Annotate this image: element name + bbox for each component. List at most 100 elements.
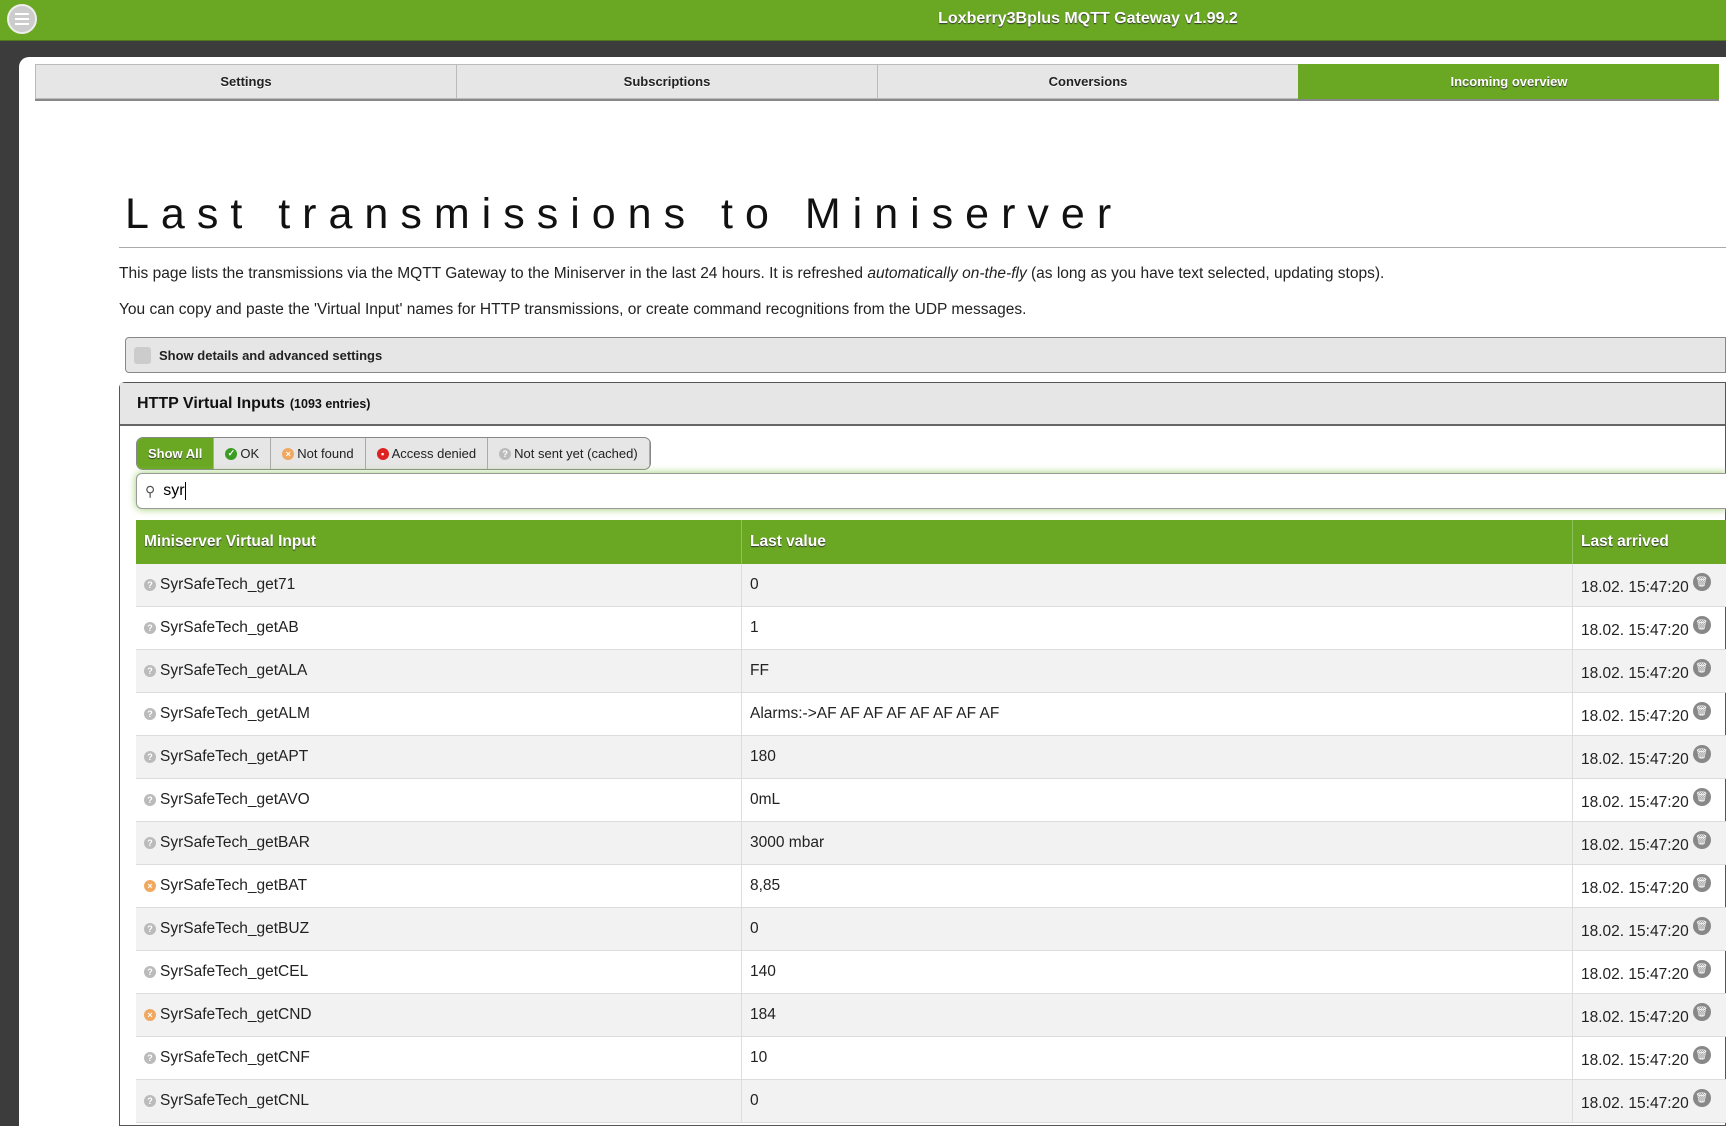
- filter-access-denied[interactable]: ▪ Access denied: [366, 438, 489, 469]
- arrived-cell: 18.02. 15:47:20 🗑: [1573, 908, 1726, 950]
- arrived-time: 18.02. 15:47:20: [1581, 837, 1689, 854]
- col-header-input[interactable]: Miniserver Virtual Input: [136, 520, 742, 564]
- arrived-cell: 18.02. 15:47:20 🗑: [1573, 865, 1726, 907]
- delete-icon[interactable]: 🗑: [1692, 1003, 1711, 1021]
- input-name: SyrSafeTech_getCEL: [160, 963, 309, 980]
- arrived-cell: 18.02. 15:47:20 🗑: [1573, 1037, 1726, 1079]
- entry-count: (1093 entries): [289, 396, 371, 411]
- input-name: SyrSafeTech_getCND: [160, 1006, 312, 1023]
- intro-text-2: You can copy and paste the 'Virtual Inpu…: [119, 301, 1027, 318]
- input-name: SyrSafeTech_getALM: [160, 705, 310, 722]
- input-name: SyrSafeTech_getBAT: [160, 877, 308, 894]
- delete-icon[interactable]: 🗑: [1692, 573, 1711, 591]
- table-row: ? SyrSafeTech_getCNL 0 18.02. 15:47:20 🗑: [136, 1080, 1726, 1123]
- input-cell: × SyrSafeTech_getCND: [136, 994, 742, 1036]
- input-cell: ? SyrSafeTech_getAB: [136, 607, 742, 649]
- input-cell: ? SyrSafeTech_getCNF: [136, 1037, 742, 1079]
- intro-text-1b: (as long as you have text selected, upda…: [1026, 265, 1385, 282]
- x-icon: ×: [282, 447, 295, 460]
- delete-icon[interactable]: 🗑: [1692, 788, 1711, 806]
- status-notfound-icon: ×: [144, 880, 156, 892]
- delete-icon[interactable]: 🗑: [1692, 831, 1711, 849]
- filter-show-all[interactable]: Show All: [137, 438, 215, 469]
- status-cached-icon: ?: [144, 966, 156, 978]
- input-cell: ? SyrSafeTech_getALM: [136, 693, 742, 735]
- tab-conversions[interactable]: Conversions: [877, 64, 1298, 99]
- input-name: SyrSafeTech_getAB: [160, 619, 299, 636]
- table-row: ? SyrSafeTech_getAB 1 18.02. 15:47:20 🗑: [136, 607, 1726, 650]
- table-row: ? SyrSafeTech_getBAR 3000 mbar 18.02. 15:47…: [136, 822, 1726, 865]
- value-cell: 8,85: [742, 865, 1573, 907]
- lock-icon: ▪: [376, 447, 389, 460]
- delete-icon[interactable]: 🗑: [1692, 616, 1711, 634]
- input-cell: × SyrSafeTech_getBAT: [136, 865, 742, 907]
- table-row: ? SyrSafeTech_getBUZ 0 18.02. 15:47:20 🗑: [136, 908, 1726, 951]
- delete-icon[interactable]: 🗑: [1692, 874, 1711, 892]
- col-header-arrived[interactable]: Last arrived: [1573, 520, 1726, 564]
- advanced-label: Show details and advanced settings: [159, 347, 383, 363]
- value-cell: 0: [742, 908, 1573, 950]
- input-cell: ? SyrSafeTech_getBUZ: [136, 908, 742, 950]
- input-name: SyrSafeTech_getBUZ: [160, 920, 310, 937]
- question-icon: ?: [499, 447, 512, 460]
- value-cell: 1: [742, 607, 1573, 649]
- input-name: SyrSafeTech_getCNF: [160, 1049, 310, 1066]
- status-cached-icon: ?: [144, 1095, 156, 1107]
- search-icon: ⚲: [145, 482, 156, 499]
- delete-icon[interactable]: 🗑: [1692, 745, 1711, 763]
- advanced-settings-toggle[interactable]: Show details and advanced settings: [125, 337, 1726, 373]
- table-header: Miniserver Virtual Input Last value Last…: [136, 520, 1726, 564]
- table-row: ? SyrSafeTech_getCEL 140 18.02. 15:47:20 🗑: [136, 951, 1726, 994]
- filter-label: Access denied: [391, 446, 477, 461]
- header-bar: Loxberry3Bplus MQTT Gateway v1.99.2: [0, 0, 1726, 41]
- filter-label: Show All: [148, 446, 203, 461]
- tab-settings[interactable]: Settings: [35, 64, 456, 99]
- arrived-time: 18.02. 15:47:20: [1581, 751, 1689, 768]
- table-row: ? SyrSafeTech_get71 0 18.02. 15:47:20 🗑: [136, 564, 1726, 607]
- status-cached-icon: ?: [144, 923, 156, 935]
- arrived-cell: 18.02. 15:47:20 🗑: [1573, 564, 1726, 606]
- table-row: ? SyrSafeTech_getALM Alarms:->AF AF AF AF …: [136, 693, 1726, 736]
- arrived-cell: 18.02. 15:47:20 🗑: [1573, 779, 1726, 821]
- input-cell: ? SyrSafeTech_getAVO: [136, 779, 742, 821]
- advanced-checkbox[interactable]: [134, 346, 151, 364]
- intro-text-1-emphasis: automatically on-the-fly: [867, 265, 1027, 282]
- arrived-time: 18.02. 15:47:20: [1581, 708, 1689, 725]
- input-name: SyrSafeTech_getCNL: [160, 1092, 310, 1109]
- arrived-time: 18.02. 15:47:20: [1581, 622, 1689, 639]
- arrived-time: 18.02. 15:47:20: [1581, 923, 1689, 940]
- value-cell: Alarms:->AF AF AF AF AF AF AF AF: [742, 693, 1573, 735]
- tab-incoming-overview[interactable]: Incoming overview: [1298, 64, 1719, 99]
- delete-icon[interactable]: 🗑: [1692, 917, 1711, 935]
- nav-tabs: Settings Subscriptions Conversions Incom…: [35, 64, 1719, 101]
- value-cell: 0mL: [742, 779, 1573, 821]
- search-input[interactable]: ⚲ syr: [136, 473, 1726, 509]
- status-cached-icon: ?: [144, 622, 156, 634]
- tab-subscriptions[interactable]: Subscriptions: [456, 64, 877, 99]
- table-row: ? SyrSafeTech_getAPT 180 18.02. 15:47:20 🗑: [136, 736, 1726, 779]
- delete-icon[interactable]: 🗑: [1692, 1089, 1711, 1107]
- delete-icon[interactable]: 🗑: [1692, 1046, 1711, 1064]
- filter-not-found[interactable]: × Not found: [271, 438, 366, 469]
- delete-icon[interactable]: 🗑: [1692, 702, 1711, 720]
- arrived-time: 18.02. 15:47:20: [1581, 1009, 1689, 1026]
- table-row: × SyrSafeTech_getCND 184 18.02. 15:47:20 🗑: [136, 994, 1726, 1037]
- table-row: × SyrSafeTech_getBAT 8,85 18.02. 15:47:20 🗑: [136, 865, 1726, 908]
- status-cached-icon: ?: [144, 1052, 156, 1064]
- http-virtual-inputs-section: HTTP Virtual Inputs (1093 entries) Show A…: [119, 382, 1726, 1126]
- section-header[interactable]: HTTP Virtual Inputs (1093 entries): [120, 383, 1725, 426]
- arrived-cell: 18.02. 15:47:20 🗑: [1573, 693, 1726, 735]
- value-cell: 10: [742, 1037, 1573, 1079]
- value-cell: 0: [742, 1080, 1573, 1122]
- col-header-value[interactable]: Last value: [742, 520, 1573, 564]
- intro-text-1: This page lists the transmissions via th…: [119, 265, 1384, 283]
- filter-not-sent[interactable]: ? Not sent yet (cached): [488, 438, 650, 469]
- filter-ok[interactable]: ✓ OK: [214, 438, 272, 469]
- delete-icon[interactable]: 🗑: [1692, 659, 1711, 677]
- value-cell: 0: [742, 564, 1573, 606]
- delete-icon[interactable]: 🗑: [1692, 960, 1711, 978]
- section-title: HTTP Virtual Inputs: [137, 394, 285, 412]
- virtual-inputs-table: Miniserver Virtual Input Last value Last…: [136, 520, 1726, 1123]
- filter-label: Not sent yet (cached): [514, 446, 638, 461]
- search-value[interactable]: syr: [163, 482, 184, 500]
